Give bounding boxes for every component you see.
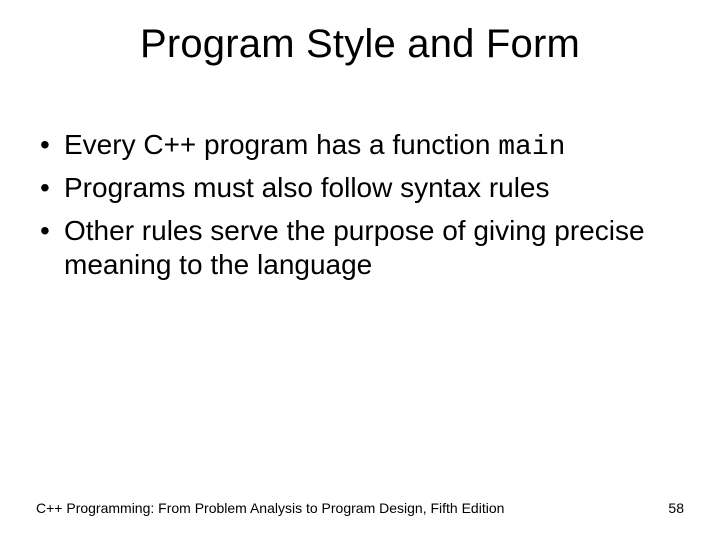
bullet-item: Other rules serve the purpose of giving … (36, 214, 684, 285)
footer-source: C++ Programming: From Problem Analysis t… (36, 500, 504, 516)
slide-title: Program Style and Form (0, 22, 720, 67)
bullet-text: Other rules serve the purpose of giving … (64, 215, 645, 280)
slide: Program Style and Form Every C++ program… (0, 0, 720, 540)
bullet-text: Every C++ program has a function (64, 129, 498, 160)
bullet-text: Programs must also follow syntax rules (64, 172, 550, 203)
bullet-list: Every C++ program has a function main Pr… (36, 128, 684, 286)
page-number: 58 (668, 500, 684, 516)
bullet-item: Every C++ program has a function main (36, 128, 684, 165)
slide-body: Every C++ program has a function main Pr… (36, 128, 684, 292)
bullet-item: Programs must also follow syntax rules (36, 171, 684, 208)
bullet-code: main (498, 132, 565, 163)
